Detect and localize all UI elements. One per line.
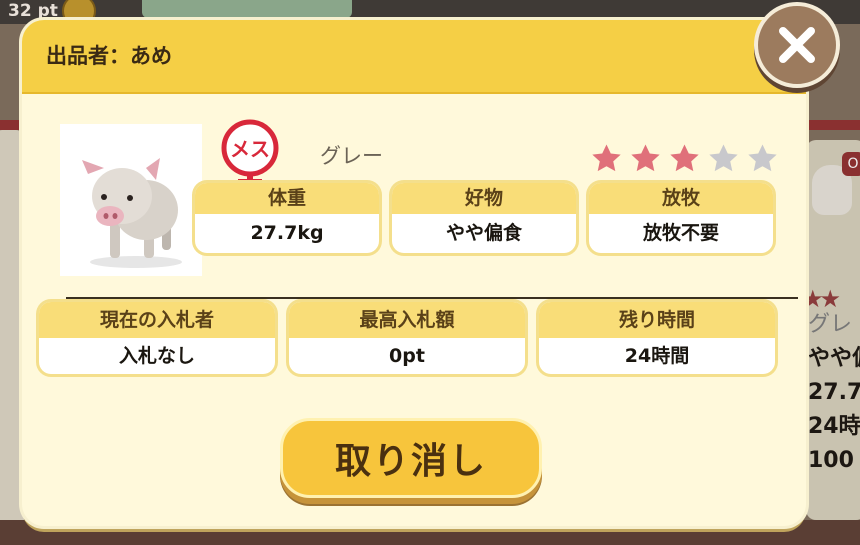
auction-value: 0pt (389, 345, 425, 367)
gender-label: メス (230, 137, 270, 161)
auction-label: 残り時間 (539, 302, 775, 338)
stat-label: 好物 (392, 183, 576, 214)
stat-label: 体重 (195, 183, 379, 214)
close-button[interactable] (754, 2, 840, 88)
background-card-badge: O (842, 152, 860, 176)
auction-label: 最高入札額 (289, 302, 525, 338)
highest-bid-box: 最高入札額 0pt (289, 302, 525, 374)
background-card-line: グレ (808, 312, 853, 337)
close-x-icon (779, 27, 815, 63)
rating-stars (590, 142, 779, 175)
background-card-line: 24時 (808, 414, 860, 439)
star-icon (709, 144, 738, 172)
cancel-listing-button[interactable]: 取り消し (280, 418, 542, 498)
top-banner (142, 0, 352, 18)
auction-value: 入札なし (118, 345, 195, 367)
stat-food-box: 好物 やや偏食 (392, 183, 576, 253)
cancel-button-label: 取り消し (334, 441, 487, 482)
pig-color-name: グレー (320, 144, 383, 168)
star-icon (592, 144, 621, 172)
star-icon (748, 144, 777, 172)
auction-label: 現在の入札者 (39, 302, 275, 338)
seller-label: 出品者：あめ (46, 44, 172, 68)
stat-value: 放牧不要 (642, 222, 719, 244)
pig-illustration (82, 158, 182, 268)
background-card-line: 27.7 (808, 380, 860, 405)
stat-grazing-box: 放牧 放牧不要 (589, 183, 773, 253)
star-icon (670, 144, 699, 172)
section-divider (66, 297, 798, 299)
background-card-line: 100 (808, 448, 854, 473)
stat-label: 放牧 (589, 183, 773, 214)
pig-image (60, 124, 202, 276)
time-remaining-box: 残り時間 24時間 (539, 302, 775, 374)
current-bidder-box: 現在の入札者 入札なし (39, 302, 275, 374)
auction-value: 24時間 (624, 345, 690, 367)
background-card-line: やや偏 (808, 346, 860, 371)
stat-weight-box: 体重 27.7kg (195, 183, 379, 253)
stat-value: やや偏食 (445, 222, 522, 244)
star-icon (631, 144, 660, 172)
dialog-header: 出品者：あめ (22, 20, 806, 94)
background-card-left (0, 130, 24, 530)
background-card-text: グレ やや偏 27.7 24時 100 (808, 308, 860, 478)
stat-value: 27.7kg (250, 222, 324, 244)
